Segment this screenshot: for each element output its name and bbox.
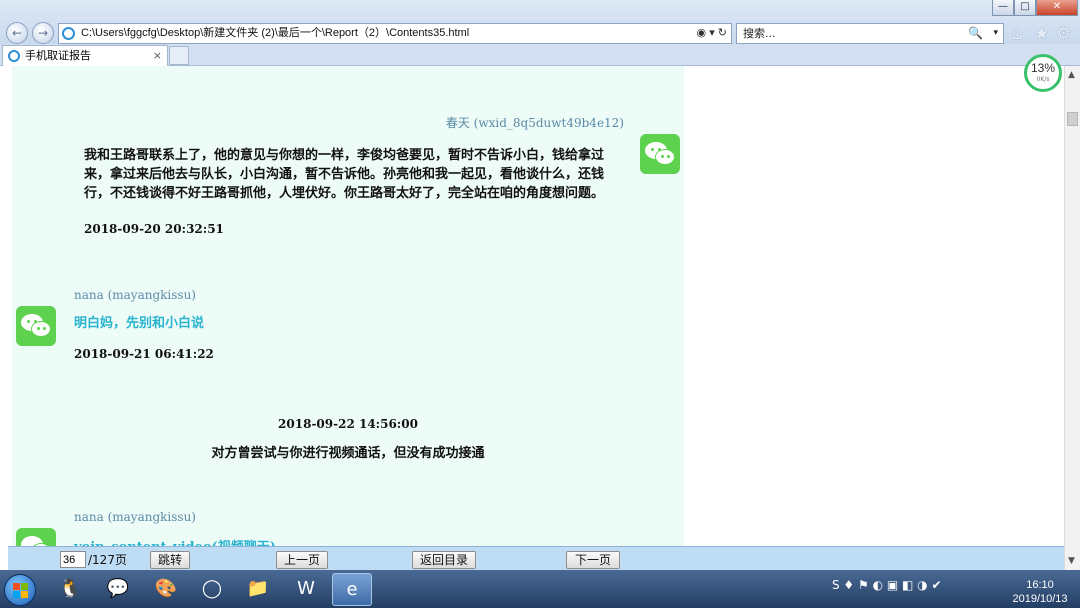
speed-rate: 0K/s bbox=[1036, 76, 1050, 83]
close-window-button[interactable]: ✕ bbox=[1036, 0, 1078, 16]
favorites-icon[interactable]: ★ bbox=[1034, 24, 1049, 44]
start-button[interactable] bbox=[4, 574, 36, 606]
back-button[interactable]: ← bbox=[6, 22, 28, 44]
ie-page-icon bbox=[62, 27, 75, 40]
wechat-taskbar-icon[interactable]: 💬 bbox=[98, 573, 138, 606]
ie-taskbar-icon[interactable]: e bbox=[332, 573, 372, 606]
home-icon[interactable]: ⌂ bbox=[1012, 24, 1023, 44]
explorer-taskbar-icon[interactable]: 📁 bbox=[238, 573, 278, 606]
clock-time: 16:10 bbox=[1026, 579, 1054, 591]
page-number-input[interactable] bbox=[60, 551, 86, 568]
page-viewport: 春天 (wxid_8q5duwt49b4e12) 我和王路哥联系上了，他的意见与… bbox=[0, 66, 1064, 546]
address-url[interactable]: C:\Users\fggcfg\Desktop\新建文件夹 (2)\最后一个\R… bbox=[81, 24, 469, 43]
message-time: 2018-09-21 06:41:22 bbox=[74, 347, 214, 361]
refresh-icon[interactable]: ↻ bbox=[718, 27, 727, 39]
wps-taskbar-icon[interactable]: W bbox=[286, 573, 326, 606]
vertical-scrollbar[interactable]: ▲ ▼ bbox=[1064, 66, 1080, 570]
tab-report[interactable]: 手机取证报告 × bbox=[2, 45, 168, 66]
clock-date: 2019/10/13 bbox=[1012, 593, 1068, 605]
message-sender: nana (mayangkissu) bbox=[74, 288, 196, 302]
scroll-thumb[interactable] bbox=[1067, 112, 1078, 126]
browser-taskbar-icon[interactable]: ◯ bbox=[192, 573, 232, 606]
clock[interactable]: 16:10 2019/10/13 bbox=[1010, 578, 1070, 606]
chat-pane: 春天 (wxid_8q5duwt49b4e12) 我和王路哥联系上了，他的意见与… bbox=[12, 66, 684, 546]
system-notice-time: 2018-09-22 14:56:00 bbox=[278, 417, 418, 431]
paint-taskbar-icon[interactable]: 🎨 bbox=[146, 573, 186, 606]
jump-button[interactable]: 跳转 bbox=[150, 551, 190, 569]
address-dropdown-icon[interactable]: ▾ bbox=[709, 27, 715, 39]
scroll-up-icon[interactable]: ▲ bbox=[1068, 70, 1075, 80]
search-placeholder: 搜索... bbox=[743, 27, 776, 40]
search-dropdown-icon[interactable]: ▾ bbox=[993, 24, 998, 43]
wechat-avatar-icon bbox=[16, 306, 56, 346]
system-notice-text: 对方曾尝试与你进行视频通话，但没有成功接通 bbox=[211, 446, 485, 461]
system-tray[interactable]: S ♦ ⚑ ◐ ▣ ◧ ◑ ✔ bbox=[832, 578, 942, 592]
back-to-toc-button[interactable]: 返回目录 bbox=[412, 551, 476, 569]
page-total: /127页 bbox=[88, 553, 127, 567]
prev-page-button[interactable]: 上一页 bbox=[276, 551, 328, 569]
message-sender: nana (mayangkissu) bbox=[74, 510, 196, 524]
message-text: 明白妈，先别和小白说 bbox=[74, 316, 205, 331]
minimize-button[interactable]: — bbox=[992, 0, 1014, 16]
maximize-button[interactable]: □ bbox=[1014, 0, 1036, 16]
taskbar: 🐧 💬 🎨 ◯ 📁 W e S ♦ ⚑ ◐ ▣ ◧ ◑ ✔ 16:10 2019… bbox=[0, 570, 1080, 608]
address-bar[interactable]: C:\Users\fggcfg\Desktop\新建文件夹 (2)\最后一个\R… bbox=[58, 23, 732, 44]
speed-percent: 13% bbox=[1030, 61, 1056, 75]
tools-icon[interactable]: ⚙ bbox=[1056, 24, 1071, 44]
search-icon[interactable]: 🔍 bbox=[968, 24, 983, 43]
tab-strip: 手机取证报告 × bbox=[0, 44, 1080, 66]
qq-taskbar-icon[interactable]: 🐧 bbox=[50, 573, 90, 606]
scroll-down-icon[interactable]: ▼ bbox=[1068, 556, 1075, 566]
tab-close-icon[interactable]: × bbox=[153, 46, 162, 65]
message-time: 2018-09-20 20:32:51 bbox=[84, 222, 224, 236]
tab-title: 手机取证报告 bbox=[25, 49, 91, 62]
message-text: 我和王路哥联系上了，他的意见与你想的一样，李俊均爸要见，暂时不告诉小白，钱给拿过… bbox=[84, 148, 605, 201]
network-speed-widget[interactable]: 13% 0K/s bbox=[1024, 54, 1062, 92]
pager-bar: /127页 跳转 上一页 返回目录 下一页 bbox=[8, 546, 1064, 570]
new-tab-button[interactable] bbox=[169, 46, 189, 65]
next-page-button[interactable]: 下一页 bbox=[566, 551, 620, 569]
message-sender: 春天 (wxid_8q5duwt49b4e12) bbox=[445, 116, 624, 130]
search-input[interactable]: 搜索... 🔍 ▾ bbox=[736, 23, 1004, 44]
compatibility-icon[interactable]: ◉ bbox=[697, 27, 707, 39]
ie-tab-icon bbox=[8, 50, 20, 62]
screen: — □ ✕ ← → C:\Users\fggcfg\Desktop\新建文件夹 … bbox=[0, 0, 1080, 608]
wechat-avatar-icon bbox=[16, 528, 56, 546]
browser-titlebar: — □ ✕ ← → C:\Users\fggcfg\Desktop\新建文件夹 … bbox=[0, 0, 1080, 44]
forward-button[interactable]: → bbox=[32, 22, 54, 44]
message-text: voip_content_video(视频聊天) bbox=[74, 538, 474, 546]
wechat-avatar-icon bbox=[640, 134, 680, 174]
address-tools: ◉ ▾ ↻ bbox=[697, 24, 727, 43]
